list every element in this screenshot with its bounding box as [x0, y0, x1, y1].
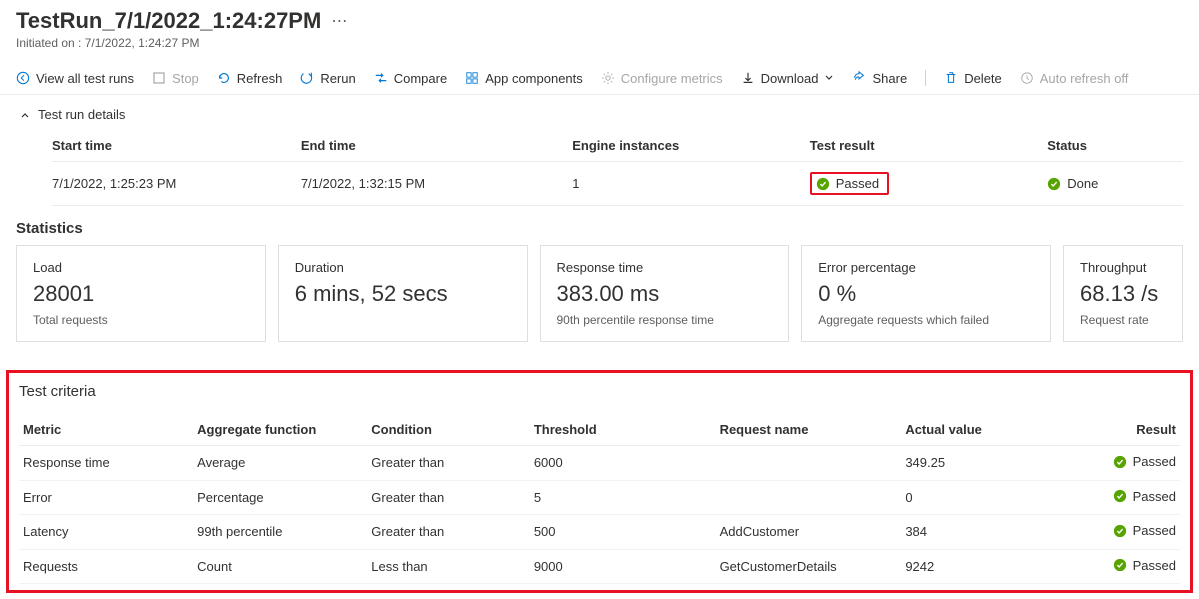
download-icon — [741, 71, 755, 85]
card-label: Error percentage — [818, 260, 1034, 275]
subtitle: Initiated on : 7/1/2022, 1:24:27 PM — [16, 36, 1183, 50]
command-bar: View all test runs Stop Refresh Rerun Co… — [0, 62, 1199, 95]
col-status: Status — [1047, 130, 1183, 162]
table-row: 7/1/2022, 1:25:23 PM 7/1/2022, 1:32:15 P… — [52, 162, 1183, 206]
test-criteria-table: Metric Aggregate function Condition Thre… — [19, 414, 1180, 584]
test-result-badge: Passed — [810, 172, 889, 195]
col-metric: Metric — [19, 414, 193, 446]
stat-card: Error percentage 0 % Aggregate requests … — [801, 245, 1051, 342]
share-icon — [852, 71, 866, 85]
col-request: Request name — [716, 414, 902, 446]
statistics-heading: Statistics — [0, 206, 1199, 245]
result-badge: Passed — [1113, 454, 1176, 469]
col-test-result: Test result — [810, 130, 1048, 162]
card-value: 0 % — [818, 281, 1034, 307]
stat-card: Load 28001 Total requests — [16, 245, 266, 342]
compare-icon — [374, 71, 388, 85]
clock-icon — [1020, 71, 1034, 85]
status-badge: Done — [1047, 176, 1183, 191]
app-components-icon — [465, 71, 479, 85]
col-threshold: Threshold — [530, 414, 716, 446]
col-condition: Condition — [367, 414, 530, 446]
table-row: Latency99th percentileGreater than500Add… — [19, 515, 1180, 550]
check-icon — [1113, 524, 1127, 538]
card-label: Response time — [557, 260, 773, 275]
delete-button[interactable]: Delete — [944, 71, 1002, 86]
card-label: Duration — [295, 260, 511, 275]
trash-icon — [944, 71, 958, 85]
gear-icon — [601, 71, 615, 85]
share-button[interactable]: Share — [852, 71, 907, 86]
check-icon — [1113, 558, 1127, 572]
col-result: Result — [1064, 414, 1180, 446]
page-title: TestRun_7/1/2022_1:24:27PM — [16, 8, 321, 34]
result-badge: Passed — [1113, 558, 1176, 573]
test-criteria-heading: Test criteria — [19, 383, 1180, 400]
check-icon — [1047, 177, 1061, 191]
stat-card: Throughput 68.13 /s Request rate — [1063, 245, 1183, 342]
stat-card: Response time 383.00 ms 90th percentile … — [540, 245, 790, 342]
table-row: RequestsCountLess than9000GetCustomerDet… — [19, 549, 1180, 584]
stat-card: Duration 6 mins, 52 secs — [278, 245, 528, 342]
col-end-time: End time — [301, 130, 572, 162]
card-value: 28001 — [33, 281, 249, 307]
check-icon — [1113, 489, 1127, 503]
card-sub: 90th percentile response time — [557, 313, 773, 327]
card-label: Throughput — [1080, 260, 1166, 275]
card-value: 6 mins, 52 secs — [295, 281, 511, 307]
table-row: ErrorPercentageGreater than50Passed — [19, 480, 1180, 515]
col-actual: Actual value — [901, 414, 1064, 446]
chevron-down-icon — [824, 73, 834, 83]
card-sub: Total requests — [33, 313, 249, 327]
stop-icon — [152, 71, 166, 85]
auto-refresh-button: Auto refresh off — [1020, 71, 1129, 86]
view-all-test-runs-button[interactable]: View all test runs — [16, 71, 134, 86]
rerun-icon — [300, 71, 314, 85]
col-aggregate: Aggregate function — [193, 414, 367, 446]
card-value: 383.00 ms — [557, 281, 773, 307]
refresh-button[interactable]: Refresh — [217, 71, 283, 86]
card-label: Load — [33, 260, 249, 275]
statistics-cards: Load 28001 Total requestsDuration 6 mins… — [0, 245, 1199, 342]
card-sub: Request rate — [1080, 313, 1166, 327]
card-value: 68.13 /s — [1080, 281, 1166, 307]
compare-button[interactable]: Compare — [374, 71, 447, 86]
col-engine-instances: Engine instances — [572, 130, 810, 162]
stop-button: Stop — [152, 71, 199, 86]
result-badge: Passed — [1113, 523, 1176, 538]
back-arrow-icon — [16, 71, 30, 85]
more-actions-button[interactable]: ⋯ — [331, 11, 347, 31]
test-criteria-section: Test criteria Metric Aggregate function … — [6, 370, 1193, 593]
refresh-icon — [217, 71, 231, 85]
card-sub: Aggregate requests which failed — [818, 313, 1034, 327]
table-row: Response timeAverageGreater than6000349.… — [19, 446, 1180, 481]
check-icon — [816, 177, 830, 191]
result-badge: Passed — [1113, 489, 1176, 504]
download-button[interactable]: Download — [741, 71, 835, 86]
rerun-button[interactable]: Rerun — [300, 71, 355, 86]
check-icon — [1113, 455, 1127, 469]
configure-metrics-button: Configure metrics — [601, 71, 723, 86]
col-start-time: Start time — [52, 130, 301, 162]
test-run-details-table: Start time End time Engine instances Tes… — [0, 130, 1199, 206]
test-run-details-toggle[interactable]: Test run details — [0, 95, 1199, 130]
app-components-button[interactable]: App components — [465, 71, 583, 86]
chevron-up-icon — [20, 110, 30, 120]
